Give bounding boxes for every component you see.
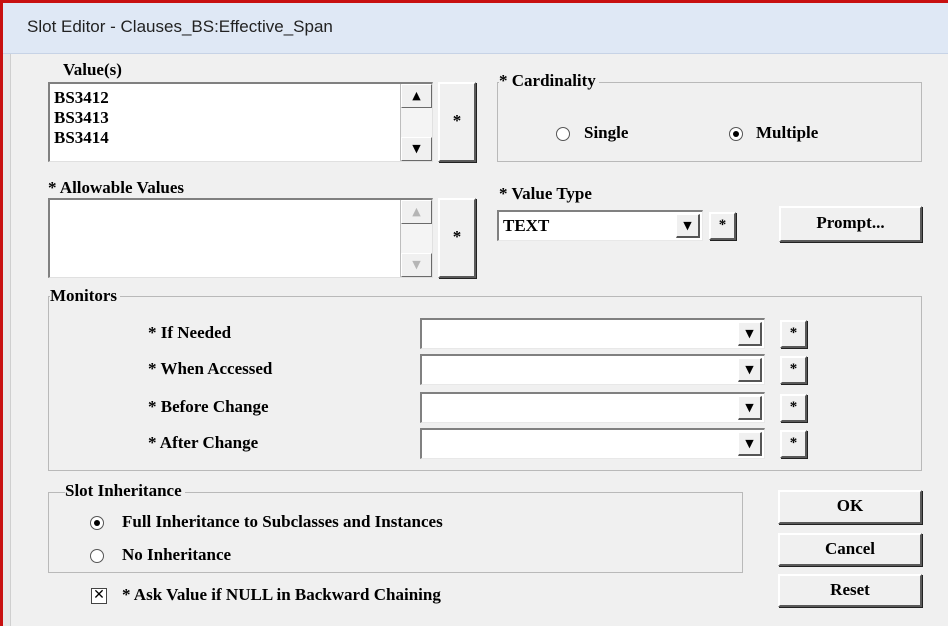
before-change-select[interactable]: ▼ <box>420 392 765 423</box>
scroll-down-icon[interactable]: ▼ <box>401 253 432 277</box>
value-type-value: TEXT <box>503 216 550 235</box>
after-change-select[interactable]: ▼ <box>420 428 765 459</box>
no-inheritance-label: No Inheritance <box>122 545 232 564</box>
chevron-down-icon[interactable]: ▼ <box>738 322 762 346</box>
value-type-star-button[interactable]: * <box>709 212 736 240</box>
allowable-star-button[interactable]: * <box>438 198 476 278</box>
title-bar: Slot Editor - Clauses_BS:Effective_Span <box>3 3 948 54</box>
allowable-values-listbox[interactable]: ▲ ▼ <box>48 198 433 278</box>
values-star-button[interactable]: * <box>438 82 476 162</box>
if-needed-label: * If Needed <box>148 323 232 342</box>
cardinality-legend: * Cardinality <box>499 71 599 91</box>
before-change-label: * Before Change <box>148 397 269 416</box>
before-change-star-button[interactable]: * <box>780 394 807 422</box>
value-type-label: * Value Type <box>499 184 592 203</box>
chevron-down-icon[interactable]: ▼ <box>738 396 762 420</box>
chevron-down-icon[interactable]: ▼ <box>738 432 762 456</box>
if-needed-star-button[interactable]: * <box>780 320 807 348</box>
scroll-up-icon[interactable]: ▲ <box>401 200 432 224</box>
value-type-select[interactable]: TEXT ▼ <box>497 210 703 241</box>
values-listbox[interactable]: BS3412 BS3413 BS3414 ▲ ▼ <box>48 82 433 162</box>
left-edge-strip <box>3 54 11 626</box>
monitors-legend: Monitors <box>50 286 121 306</box>
values-scrollbar[interactable]: ▲ ▼ <box>400 84 432 161</box>
slot-inheritance-legend: Slot Inheritance <box>65 481 185 501</box>
cardinality-group <box>497 82 922 162</box>
when-accessed-label: * When Accessed <box>148 359 273 378</box>
multiple-radio[interactable] <box>729 127 743 141</box>
cancel-button[interactable]: Cancel <box>778 533 922 566</box>
no-inheritance-radio[interactable] <box>90 549 104 563</box>
allowable-values-label: * Allowable Values <box>48 178 185 197</box>
ask-null-checkbox[interactable]: ✕ <box>91 588 107 604</box>
chevron-down-icon[interactable]: ▼ <box>676 214 700 238</box>
window-title: Slot Editor - Clauses_BS:Effective_Span <box>27 17 333 36</box>
list-item[interactable]: BS3412 <box>52 88 109 108</box>
scroll-down-icon[interactable]: ▼ <box>401 137 432 161</box>
ask-null-label: * Ask Value if NULL in Backward Chaining <box>122 585 441 604</box>
scroll-up-icon[interactable]: ▲ <box>401 84 432 108</box>
chevron-down-icon[interactable]: ▼ <box>738 358 762 382</box>
list-item[interactable]: BS3414 <box>52 128 109 148</box>
when-accessed-star-button[interactable]: * <box>780 356 807 384</box>
multiple-label: Multiple <box>756 123 819 142</box>
full-inheritance-label: Full Inheritance to Subclasses and Insta… <box>122 512 443 531</box>
list-item[interactable]: BS3413 <box>52 108 109 128</box>
single-radio[interactable] <box>556 127 570 141</box>
after-change-label: * After Change <box>148 433 259 452</box>
if-needed-select[interactable]: ▼ <box>420 318 765 349</box>
after-change-star-button[interactable]: * <box>780 430 807 458</box>
ok-button[interactable]: OK <box>778 490 922 524</box>
full-inheritance-radio[interactable] <box>90 516 104 530</box>
prompt-button[interactable]: Prompt... <box>779 206 922 242</box>
single-label: Single <box>584 123 629 142</box>
allowable-scrollbar[interactable]: ▲ ▼ <box>400 200 432 277</box>
when-accessed-select[interactable]: ▼ <box>420 354 765 385</box>
reset-button[interactable]: Reset <box>778 574 922 607</box>
values-label: Value(s) <box>63 60 122 79</box>
